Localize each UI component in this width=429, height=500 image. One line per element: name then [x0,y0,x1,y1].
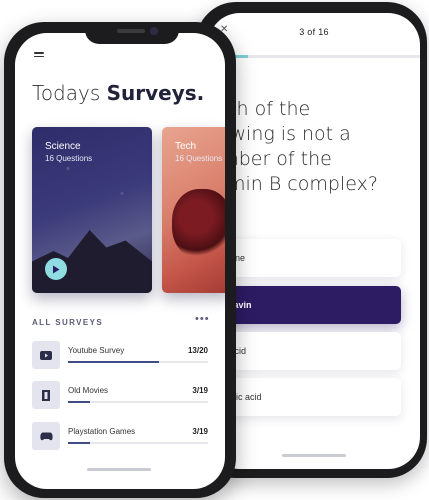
question-counter: 3 of 16 [299,27,329,37]
question-screen: ✕ 3 of 16 Which of the following is not … [208,13,420,469]
home-indicator[interactable] [87,468,151,471]
survey-count: 3/19 [192,427,208,436]
menu-icon[interactable] [34,52,44,60]
gamepad-icon [32,422,60,450]
mountain-image [32,230,152,293]
survey-progress-fill [68,361,159,363]
question-text: Which of the following is not a member o… [208,97,420,197]
answer-option-thiamine[interactable]: Thiamine [208,239,401,277]
page-title: Todays Surveys. [32,81,204,105]
surveys-screen: Todays Surveys. Science 16 Questions Tec… [15,33,225,489]
play-icon[interactable] [45,258,67,280]
question-line: Vitamin B complex? [208,173,378,195]
film-icon [32,381,60,409]
question-line: following is not a [208,123,351,145]
survey-name: Youtube Survey [68,346,125,355]
home-indicator[interactable] [282,454,346,457]
more-icon[interactable]: ••• [195,313,210,325]
survey-progress-fill [68,401,91,403]
survey-row-old-movies[interactable]: Old Movies 3/19 [32,381,208,409]
youtube-icon [32,341,60,369]
survey-progress-bar [68,401,208,403]
phone-notch [85,22,179,44]
answer-option-riboflavin[interactable]: Riboflavin [208,286,401,324]
card-subtitle: 16 Questions [175,154,223,163]
question-line: member of the [208,148,332,170]
answer-option-folic-acid[interactable]: Folic acid [208,332,401,370]
section-label: ALL SURVEYS [32,318,104,327]
survey-progress-bar [68,442,208,444]
question-line: Which of the [208,98,311,120]
card-title: Science [45,141,81,152]
card-subtitle: 16 Questions [45,154,93,163]
survey-card-tech[interactable]: Tech 16 Questions [162,127,225,293]
page-title-light: Todays [32,81,107,105]
survey-count: 13/20 [187,346,208,355]
survey-count: 3/19 [192,386,208,395]
question-progress-bar [208,55,420,58]
survey-row-youtube[interactable]: Youtube Survey 13/20 [32,341,208,369]
survey-name: Old Movies [68,386,109,395]
page-title-bold: Surveys. [106,81,205,105]
survey-progress-bar [68,361,208,363]
answer-option-ascorbic-acid[interactable]: Ascorbic acid [208,378,401,416]
vr-headset-image [172,189,225,259]
survey-card-science[interactable]: Science 16 Questions [32,127,152,293]
question-header: ✕ 3 of 16 [208,13,420,57]
survey-row-playstation[interactable]: Playstation Games 3/19 [32,422,208,450]
card-title: Tech [175,141,197,152]
front-camera [150,27,158,35]
speaker-grille [117,29,145,33]
survey-name: Playstation Games [68,427,136,436]
survey-progress-fill [68,442,91,444]
